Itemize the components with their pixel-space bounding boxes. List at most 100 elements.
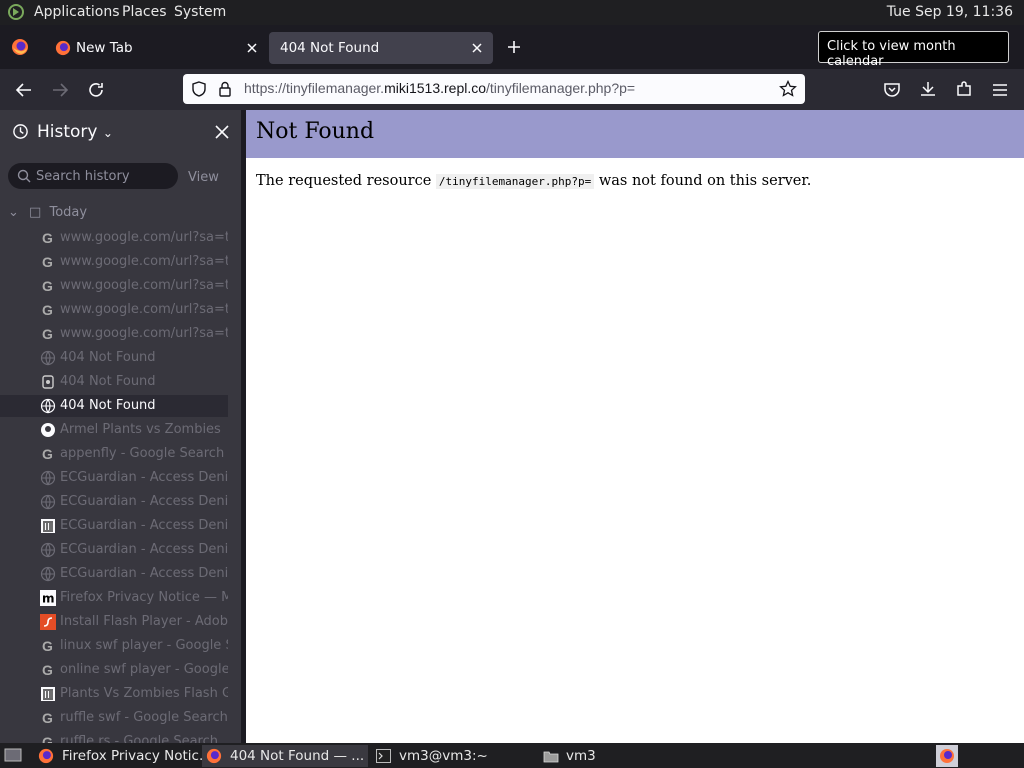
history-item[interactable]: 404 Not Found (0, 371, 228, 393)
history-item[interactable]: ECGuardian - Access Denie (0, 491, 228, 513)
globe-icon (40, 470, 56, 486)
google-icon: G (40, 326, 56, 342)
group-label: Today (49, 205, 88, 220)
history-item[interactable]: Gwww.google.com/url?sa=t (0, 299, 228, 321)
globe-icon (40, 566, 56, 582)
globe-icon (40, 542, 56, 558)
svg-text:G: G (42, 254, 53, 270)
history-item[interactable]: ECGuardian - Access Denie (0, 539, 228, 561)
workspace-switcher-icon[interactable] (936, 745, 958, 767)
history-item-label: ruffle swf - Google Search (60, 710, 228, 725)
taskbar-item-terminal[interactable]: vm3@vm3:~ (370, 745, 536, 767)
clock[interactable]: Tue Sep 19, 11:36 (887, 4, 1013, 20)
reload-icon[interactable] (87, 81, 105, 99)
history-item-label: www.google.com/url?sa=t (60, 254, 228, 269)
url-bar[interactable]: https://tinyfilemanager.miki1513.repl.co… (183, 74, 805, 104)
downloads-icon[interactable] (919, 80, 937, 98)
system-menu[interactable]: System (174, 4, 226, 20)
pocket-icon[interactable] (883, 81, 901, 99)
svg-text:G: G (42, 278, 53, 294)
taskbar-label: 404 Not Found — ... (230, 748, 365, 764)
history-item[interactable]: Gwww.google.com/url?sa=t (0, 323, 228, 345)
sidebar-header: History ⌄ (0, 110, 241, 154)
history-item-label: ECGuardian - Access Denie (60, 518, 228, 533)
history-item[interactable]: Gonline swf player - Google (0, 659, 228, 681)
history-item-label: appenfly - Google Search (60, 446, 225, 461)
taskbar-item-firefox-privacy[interactable]: Firefox Privacy Notic... (32, 745, 212, 767)
shield-icon[interactable] (191, 81, 207, 97)
tab-label: New Tab (76, 40, 133, 56)
places-menu[interactable]: Places (122, 4, 167, 20)
history-item-label: Install Flash Player - Adobe (60, 614, 228, 629)
history-item[interactable]: 404 Not Found (0, 395, 228, 417)
svg-text:G: G (42, 230, 53, 246)
globe-icon (40, 494, 56, 510)
resource-path: /tinyfilemanager.php?p= (435, 174, 595, 189)
history-item-label: Firefox Privacy Notice — M (60, 590, 228, 605)
url-path: /tinyfilemanager.php?p= (486, 80, 636, 96)
view-menu-button[interactable]: View (188, 170, 219, 185)
google-icon: G (40, 230, 56, 246)
history-item[interactable]: Gwww.google.com/url?sa=t (0, 275, 228, 297)
history-item[interactable]: ECGuardian - Access Denie (0, 467, 228, 489)
taskbar-label: vm3 (566, 748, 596, 764)
history-item[interactable]: Plants Vs Zombies Flash G (0, 683, 228, 705)
firefox-menu-icon[interactable] (11, 38, 29, 56)
history-item-label: 404 Not Found (60, 398, 156, 413)
navigation-toolbar: https://tinyfilemanager.miki1513.repl.co… (0, 69, 1024, 110)
svg-text:G: G (42, 326, 53, 342)
tab-new-tab[interactable]: New Tab (46, 32, 268, 64)
tab-label: 404 Not Found (280, 40, 380, 56)
google-icon: G (40, 734, 56, 743)
github-icon (40, 422, 56, 438)
taskbar-item-file-manager[interactable]: vm3 (538, 745, 704, 767)
sidebar-scrollbar[interactable] (230, 165, 238, 743)
history-item[interactable]: m Firefox Privacy Notice — M (0, 587, 228, 609)
chevron-down-icon: ⌄ (8, 205, 19, 220)
lock-icon[interactable] (218, 81, 232, 97)
svg-text:G: G (42, 446, 53, 462)
history-item[interactable]: Gruffle.rs - Google Search (0, 731, 228, 743)
globe-icon (40, 398, 56, 414)
history-search-input[interactable] (36, 167, 171, 185)
url-text[interactable]: https://tinyfilemanager.miki1513.repl.co… (244, 80, 635, 96)
tab-404-not-found[interactable]: 404 Not Found (269, 32, 493, 64)
message-text: The requested resource (256, 173, 436, 189)
search-icon (17, 169, 31, 183)
gnome-foot-icon[interactable] (6, 3, 26, 21)
google-icon: G (40, 278, 56, 294)
history-item[interactable]: Gwww.google.com/url?sa=t (0, 227, 228, 249)
history-item[interactable]: Gappenfly - Google Search (0, 443, 228, 465)
history-item-label: 404 Not Found (60, 350, 156, 365)
history-item[interactable]: Install Flash Player - Adobe (0, 611, 228, 633)
history-item-label: www.google.com/url?sa=t (60, 302, 228, 317)
hamburger-menu-icon[interactable] (991, 81, 1009, 99)
sidebar-title[interactable]: History ⌄ (37, 122, 113, 142)
new-tab-plus-icon[interactable] (506, 39, 522, 55)
history-group-today[interactable]: ⌄ □ Today (8, 205, 87, 220)
history-item[interactable]: Glinux swf player - Google Se (0, 635, 228, 657)
extensions-puzzle-icon[interactable] (955, 80, 973, 98)
history-item[interactable]: Gwww.google.com/url?sa=t (0, 251, 228, 273)
history-item[interactable]: Gruffle swf - Google Search (0, 707, 228, 729)
gnome-bottom-panel: Firefox Privacy Notic... 404 Not Found —… (0, 743, 1024, 768)
sidebar-title-text: History (37, 122, 98, 142)
history-item[interactable]: ECGuardian - Access Denie (0, 563, 228, 585)
svg-text:G: G (42, 662, 53, 678)
history-item[interactable]: ECGuardian - Access Denie (0, 515, 228, 537)
applications-menu[interactable]: Applications (34, 4, 120, 20)
close-sidebar-icon[interactable] (214, 124, 230, 140)
firefox-icon (55, 40, 71, 56)
bookmark-star-icon[interactable] (779, 80, 797, 98)
close-icon[interactable] (469, 40, 485, 56)
back-arrow-icon[interactable] (15, 81, 33, 99)
close-icon[interactable] (244, 40, 260, 56)
history-search-box[interactable] (8, 163, 178, 189)
svg-text:G: G (42, 710, 53, 726)
show-desktop-icon[interactable] (4, 748, 22, 763)
forward-arrow-icon[interactable] (51, 81, 69, 99)
history-item[interactable]: 404 Not Found (0, 347, 228, 369)
taskbar-item-404-not-found[interactable]: 404 Not Found — ... (202, 745, 368, 767)
history-item[interactable]: Armel Plants vs Zombies (0, 419, 228, 441)
gnome-top-panel: Applications Places System Tue Sep 19, 1… (0, 0, 1024, 25)
